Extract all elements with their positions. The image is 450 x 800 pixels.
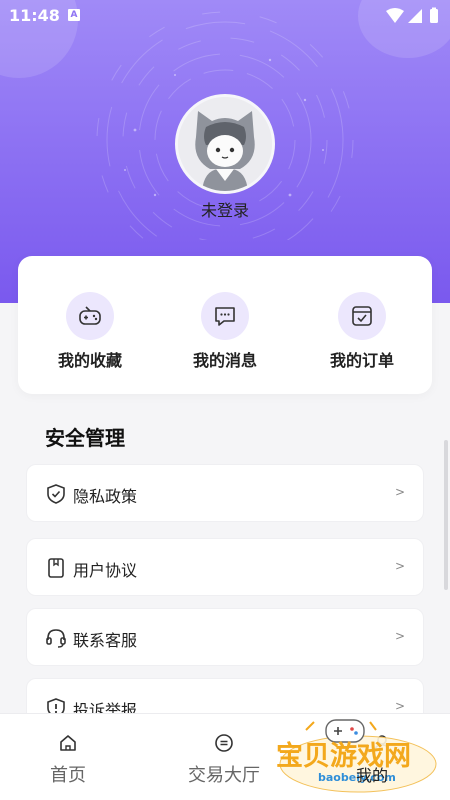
menu-item-user-agreement[interactable]: 用户协议 >: [26, 538, 424, 596]
nav-trade-hall[interactable]: 交易大厅: [169, 728, 279, 788]
section-title: 安全管理: [45, 426, 125, 450]
notification-icon: A: [68, 9, 80, 21]
quick-action-label: 我的订单: [329, 351, 394, 370]
quick-action-messages[interactable]: 我的消息: [165, 292, 285, 372]
avatar-image: [178, 97, 272, 191]
menu-item-customer-service[interactable]: 联系客服 >: [26, 608, 424, 666]
status-icons: [386, 7, 438, 23]
nav-label: 首页: [50, 765, 86, 786]
chevron-right-icon: >: [394, 699, 405, 713]
menu-item-label: 联系客服: [73, 631, 138, 650]
order-icon: [338, 292, 386, 340]
document-icon: [48, 558, 64, 578]
quick-action-orders[interactable]: 我的订单: [302, 292, 422, 372]
quick-actions-card: 我的收藏 我的消息 我的订单: [18, 256, 432, 394]
chevron-right-icon: >: [394, 485, 405, 499]
gamepad-icon: [66, 292, 114, 340]
headset-icon: [46, 629, 66, 648]
avatar[interactable]: [175, 94, 275, 194]
scrollbar[interactable]: [444, 440, 448, 590]
nav-home[interactable]: 首页: [13, 728, 123, 788]
status-time: 11:48: [9, 6, 60, 25]
watermark: 宝贝游戏网 baobeiy.com 我的: [272, 712, 448, 798]
home-icon: [60, 735, 76, 751]
quick-action-label: 我的消息: [192, 351, 257, 370]
quick-action-favorites[interactable]: 我的收藏: [30, 292, 150, 372]
message-icon: [201, 292, 249, 340]
watermark-text: 宝贝游戏网: [276, 741, 411, 772]
nav-label: 交易大厅: [188, 765, 260, 786]
menu-item-label: 隐私政策: [73, 487, 138, 506]
chevron-right-icon: >: [394, 559, 405, 573]
login-status[interactable]: 未登录: [0, 197, 450, 221]
menu-item-label: 用户协议: [73, 561, 138, 580]
nav-label-mine[interactable]: 我的: [356, 762, 388, 786]
status-bar: 11:48 A: [0, 0, 450, 32]
menu-item-privacy[interactable]: 隐私政策 >: [26, 464, 424, 522]
chevron-right-icon: >: [394, 629, 405, 643]
signal-icon: [408, 9, 422, 23]
battery-icon: [430, 9, 438, 23]
shield-icon: [47, 484, 65, 504]
trade-icon: [215, 734, 233, 752]
wifi-icon: [386, 8, 404, 23]
quick-action-label: 我的收藏: [57, 351, 122, 370]
